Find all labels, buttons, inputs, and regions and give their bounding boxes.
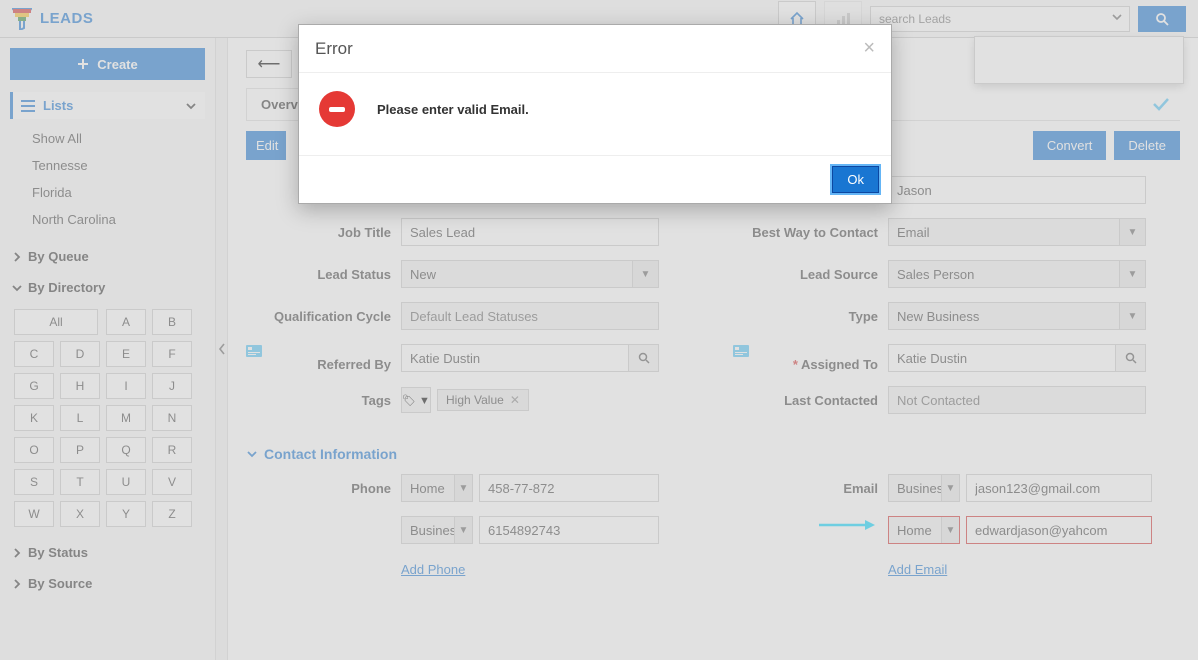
error-icon (319, 91, 355, 127)
modal-message: Please enter valid Email. (377, 102, 529, 117)
modal-close-icon[interactable]: × (863, 37, 875, 60)
modal-title: Error (315, 39, 353, 59)
modal-ok-button[interactable]: Ok (832, 166, 879, 193)
error-modal: Error × Please enter valid Email. Ok (298, 24, 892, 204)
